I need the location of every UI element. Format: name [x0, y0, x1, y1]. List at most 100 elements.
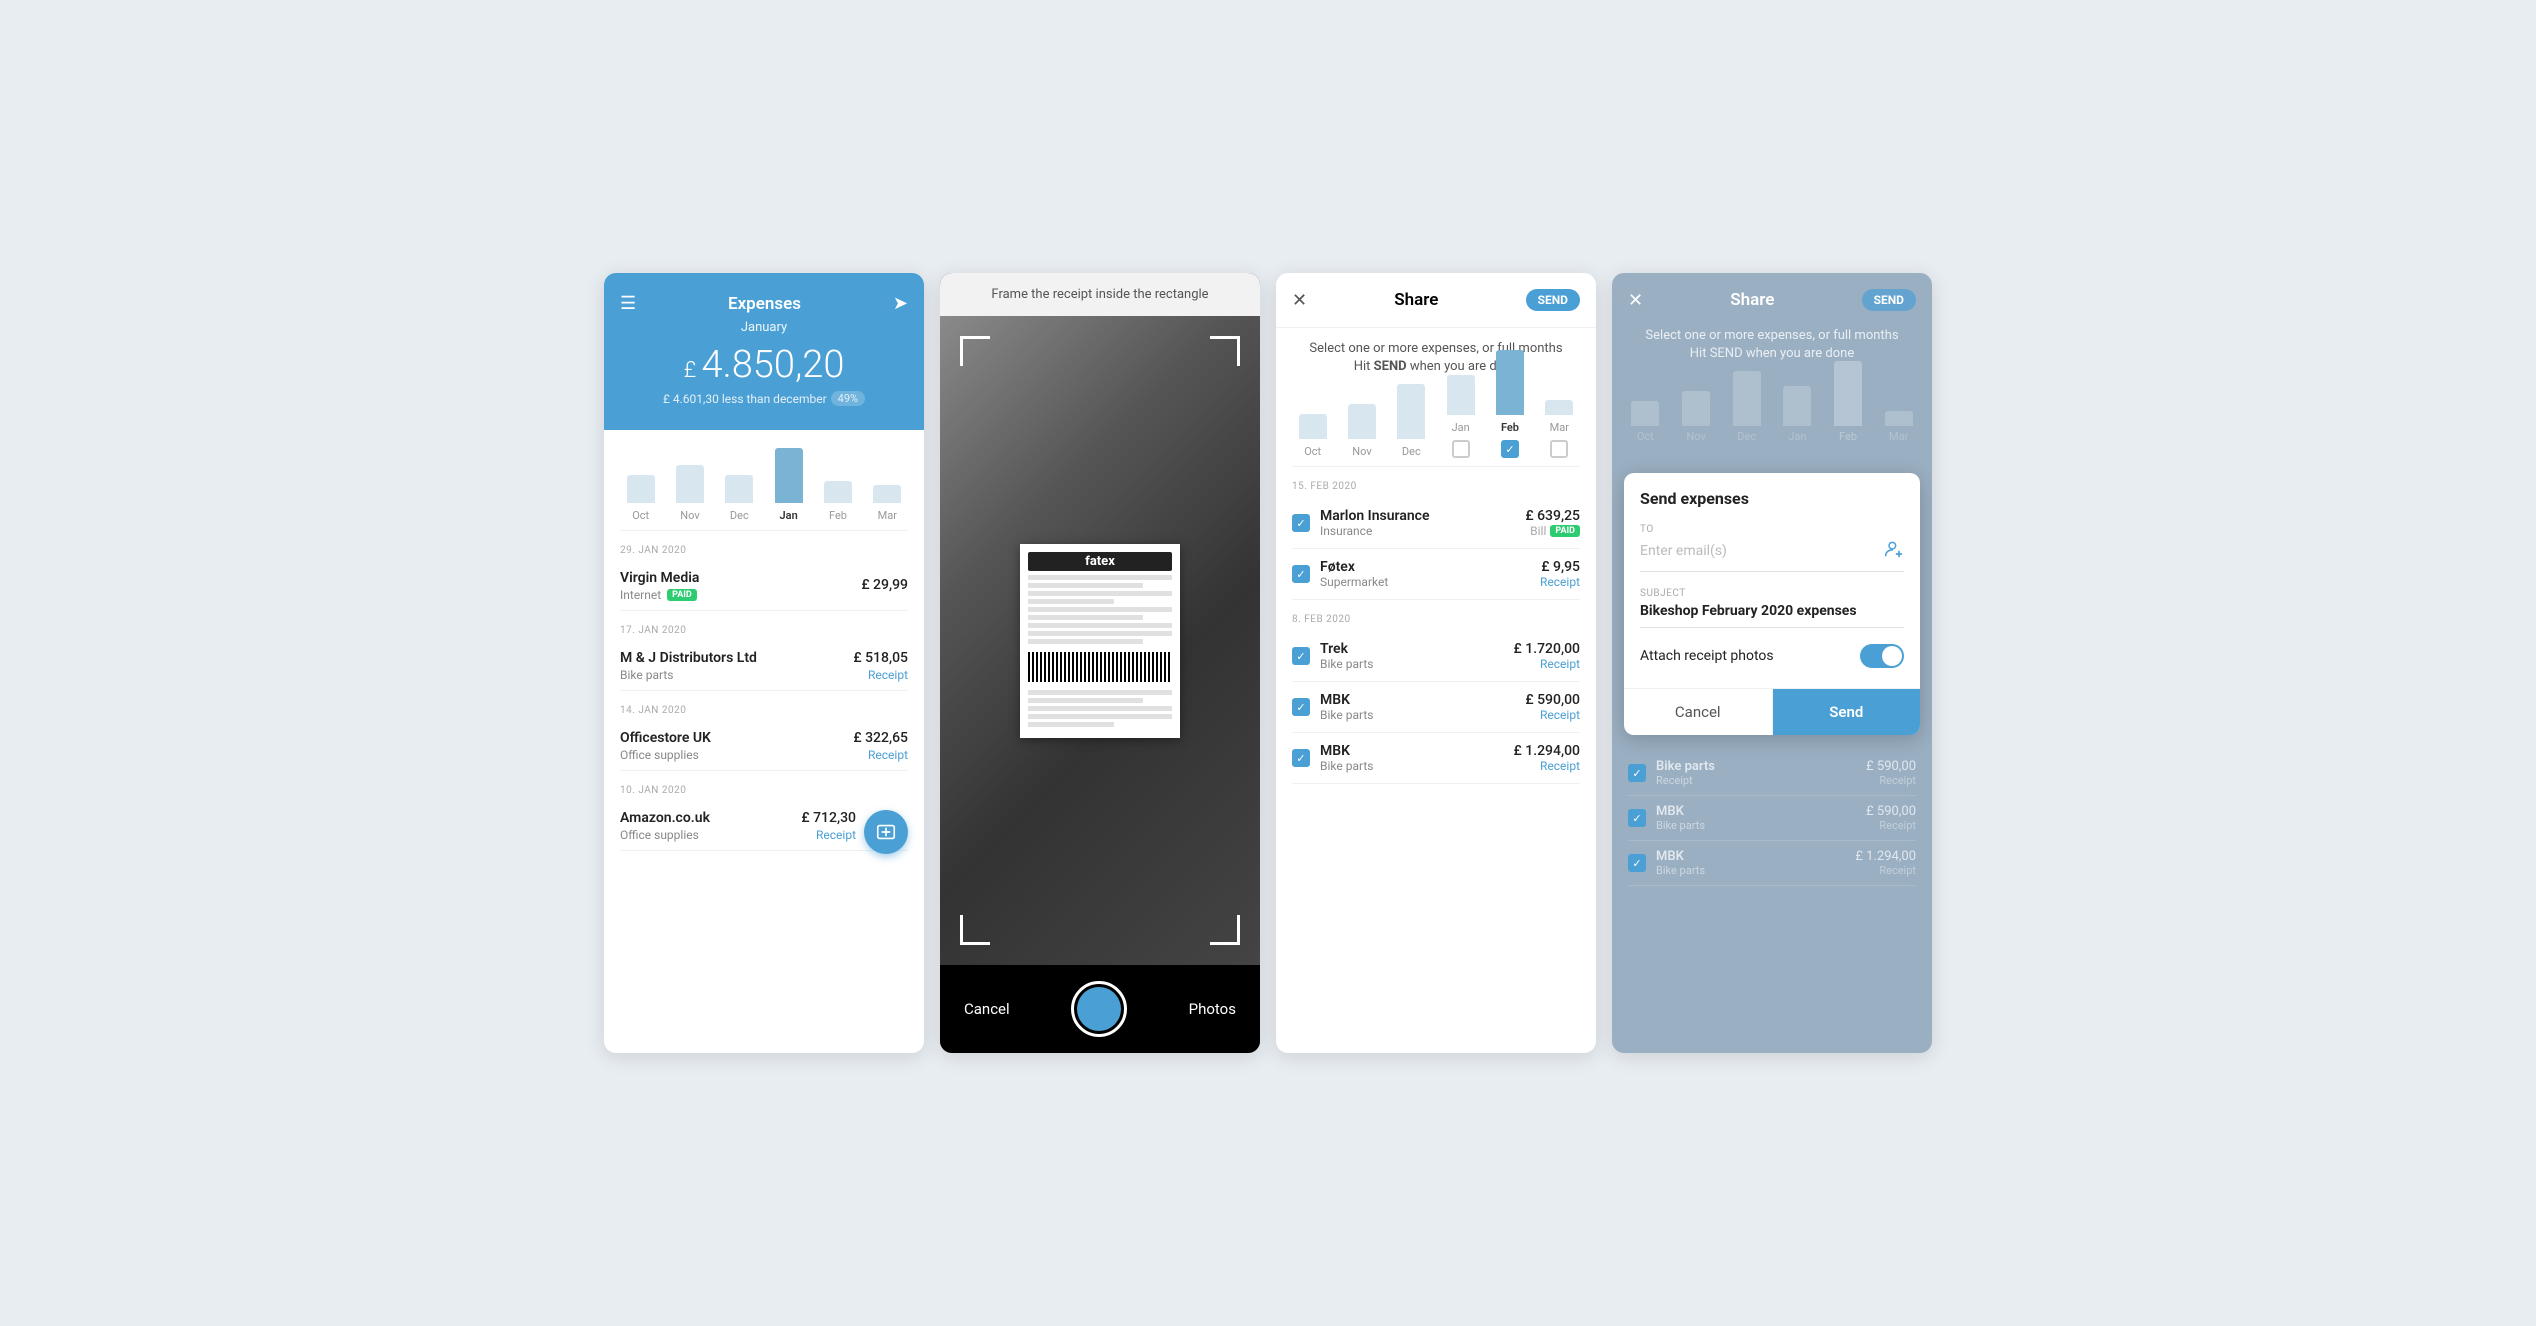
menu-icon[interactable]: ☰	[620, 293, 636, 314]
attach-receipts-toggle[interactable]	[1860, 644, 1904, 668]
chart-col-nov[interactable]: Nov	[665, 465, 714, 522]
camera-bottom-bar: Cancel Photos	[940, 965, 1260, 1053]
chart-col-feb[interactable]: Feb	[813, 481, 862, 522]
share-bar-jan	[1447, 375, 1475, 415]
share-chart-col-oct[interactable]: Oct	[1288, 414, 1337, 458]
expense-checkbox-5[interactable]	[1292, 749, 1310, 767]
list-item[interactable]: Marlon Insurance Insurance £ 639,25 Bill…	[1292, 498, 1580, 549]
expense-name: Officestore UK	[620, 730, 711, 746]
share-label-oct: Oct	[1304, 445, 1321, 458]
share-chart-col-dec[interactable]: Dec	[1387, 384, 1436, 458]
receipt-line	[1028, 575, 1172, 580]
chart-bars: Oct Nov Dec Jan Feb	[612, 442, 916, 522]
send-bg-amount-1: £ 590,00	[1866, 759, 1916, 774]
expense-type-5: Receipt	[1514, 759, 1580, 773]
table-row[interactable]: Officestore UK Office supplies £ 322,65 …	[620, 722, 908, 771]
send-bg-name-2: MBK	[1656, 804, 1856, 819]
chart-label-nov: Nov	[680, 509, 699, 522]
share-close-button[interactable]: ✕	[1292, 290, 1307, 311]
expense-name-1: Marlon Insurance	[1320, 508, 1515, 524]
list-item[interactable]: MBK Bike parts £ 590,00 Receipt	[1292, 682, 1580, 733]
send-overlay-subtitle: Select one or more expenses, or full mon…	[1612, 327, 1932, 373]
add-contact-icon[interactable]	[1884, 539, 1904, 563]
send-dialog-title: Send expenses	[1640, 489, 1904, 508]
screen-expenses: ☰ Expenses ➤ January £ 4.850,20 £ 4.601,…	[604, 273, 924, 1053]
expense-name-4: MBK	[1320, 692, 1515, 708]
add-expense-button[interactable]	[864, 810, 908, 854]
attach-receipts-row: Attach receipt photos	[1640, 644, 1904, 668]
share-header: ✕ Share SEND	[1276, 273, 1596, 328]
chart-col-dec[interactable]: Dec	[715, 475, 764, 522]
subject-label: SUBJECT	[1640, 588, 1904, 599]
send-cancel-button[interactable]: Cancel	[1624, 689, 1773, 735]
month-checkbox-jan[interactable]	[1452, 440, 1470, 458]
share-date-2: 8. FEB 2020	[1292, 600, 1580, 631]
share-chart-col-mar[interactable]: Mar	[1535, 400, 1584, 458]
corner-tr	[1210, 336, 1240, 366]
share-title: Share	[1394, 290, 1438, 310]
list-item[interactable]: Trek Bike parts £ 1.720,00 Receipt	[1292, 631, 1580, 682]
list-item: MBK Bike parts £ 590,00 Receipt	[1628, 796, 1916, 841]
expense-type: Receipt	[853, 748, 908, 762]
table-row[interactable]: Amazon.co.uk Office supplies £ 712,30 Re…	[620, 802, 908, 851]
send-confirm-button[interactable]: Send	[1773, 689, 1921, 735]
subject-value[interactable]: Bikeshop February 2020 expenses	[1640, 603, 1904, 628]
expense-name-2: Føtex	[1320, 559, 1530, 575]
chart-bar-dec	[725, 475, 753, 503]
table-row[interactable]: Virgin Media Internet PAID £ 29,99	[620, 562, 908, 611]
send-bg-name-3: MBK	[1656, 849, 1845, 864]
receipt-logo: fatex	[1028, 552, 1172, 571]
send-overlay-send-button[interactable]: SEND	[1862, 289, 1916, 311]
expense-name: M & J Distributors Ltd	[620, 650, 757, 666]
send-bg-check-3	[1628, 854, 1646, 872]
share-bar-oct	[1299, 414, 1327, 439]
chart-bar-nov	[676, 465, 704, 503]
receipt-preview: fatex	[1020, 544, 1180, 738]
chart-bar-mar	[873, 485, 901, 503]
amount-value: 4.850,20	[702, 343, 845, 387]
date-header-2: 17. JAN 2020	[620, 611, 908, 642]
share-subtitle: Select one or more expenses, or full mon…	[1276, 328, 1596, 376]
expense-checkbox-1[interactable]	[1292, 514, 1310, 532]
expense-checkbox-2[interactable]	[1292, 565, 1310, 583]
expense-amount-4: £ 590,00	[1525, 692, 1580, 708]
send-dialog-buttons: Cancel Send	[1624, 688, 1920, 735]
corner-tl	[960, 336, 990, 366]
expense-checkbox-3[interactable]	[1292, 647, 1310, 665]
camera-cancel-button[interactable]: Cancel	[964, 1000, 1010, 1018]
chart-col-oct[interactable]: Oct	[616, 475, 665, 522]
expense-type: Receipt	[801, 828, 856, 842]
expense-checkbox-4[interactable]	[1292, 698, 1310, 716]
month-checkbox-mar[interactable]	[1550, 440, 1568, 458]
camera-photos-button[interactable]: Photos	[1189, 1000, 1236, 1018]
list-item[interactable]: Føtex Supermarket £ 9,95 Receipt	[1292, 549, 1580, 600]
expenses-title: Expenses	[728, 294, 801, 314]
to-field[interactable]: Enter email(s)	[1640, 539, 1904, 572]
send-icon[interactable]: ➤	[893, 293, 908, 314]
send-overlay-header: ✕ Share SEND	[1612, 273, 1932, 327]
month-checkbox-feb[interactable]: ✓	[1501, 440, 1519, 458]
camera-shutter-button[interactable]	[1071, 981, 1127, 1037]
subtitle-text: £ 4.601,30 less than december	[663, 392, 827, 406]
expense-amount-3: £ 1.720,00	[1514, 641, 1580, 657]
share-bar-dec	[1397, 384, 1425, 439]
expense-category: Office supplies	[620, 828, 710, 842]
send-overlay-close-button[interactable]: ✕	[1628, 290, 1643, 311]
send-bg-cat-2: Bike parts	[1656, 819, 1856, 832]
share-chart-col-nov[interactable]: Nov	[1337, 404, 1386, 458]
share-chart-col-feb[interactable]: Feb ✓	[1485, 350, 1534, 458]
share-chart-col-jan[interactable]: Jan	[1436, 375, 1485, 458]
chart-col-jan[interactable]: Jan	[764, 448, 813, 522]
list-item[interactable]: MBK Bike parts £ 1.294,00 Receipt	[1292, 733, 1580, 784]
screen-share: ✕ Share SEND Select one or more expenses…	[1276, 273, 1596, 1053]
chart-col-mar[interactable]: Mar	[863, 485, 912, 522]
camera-instruction: Frame the receipt inside the rectangle	[940, 273, 1260, 316]
expenses-month: January	[620, 320, 908, 335]
table-row[interactable]: M & J Distributors Ltd Bike parts £ 518,…	[620, 642, 908, 691]
send-button[interactable]: SEND	[1526, 289, 1580, 311]
share-expenses-list: 15. FEB 2020 Marlon Insurance Insurance …	[1276, 467, 1596, 784]
expenses-list: 29. JAN 2020 Virgin Media Internet PAID …	[604, 531, 924, 851]
share-label-jan: Jan	[1452, 421, 1470, 434]
expense-cat-2: Supermarket	[1320, 575, 1530, 589]
chart-label-oct: Oct	[632, 509, 649, 522]
